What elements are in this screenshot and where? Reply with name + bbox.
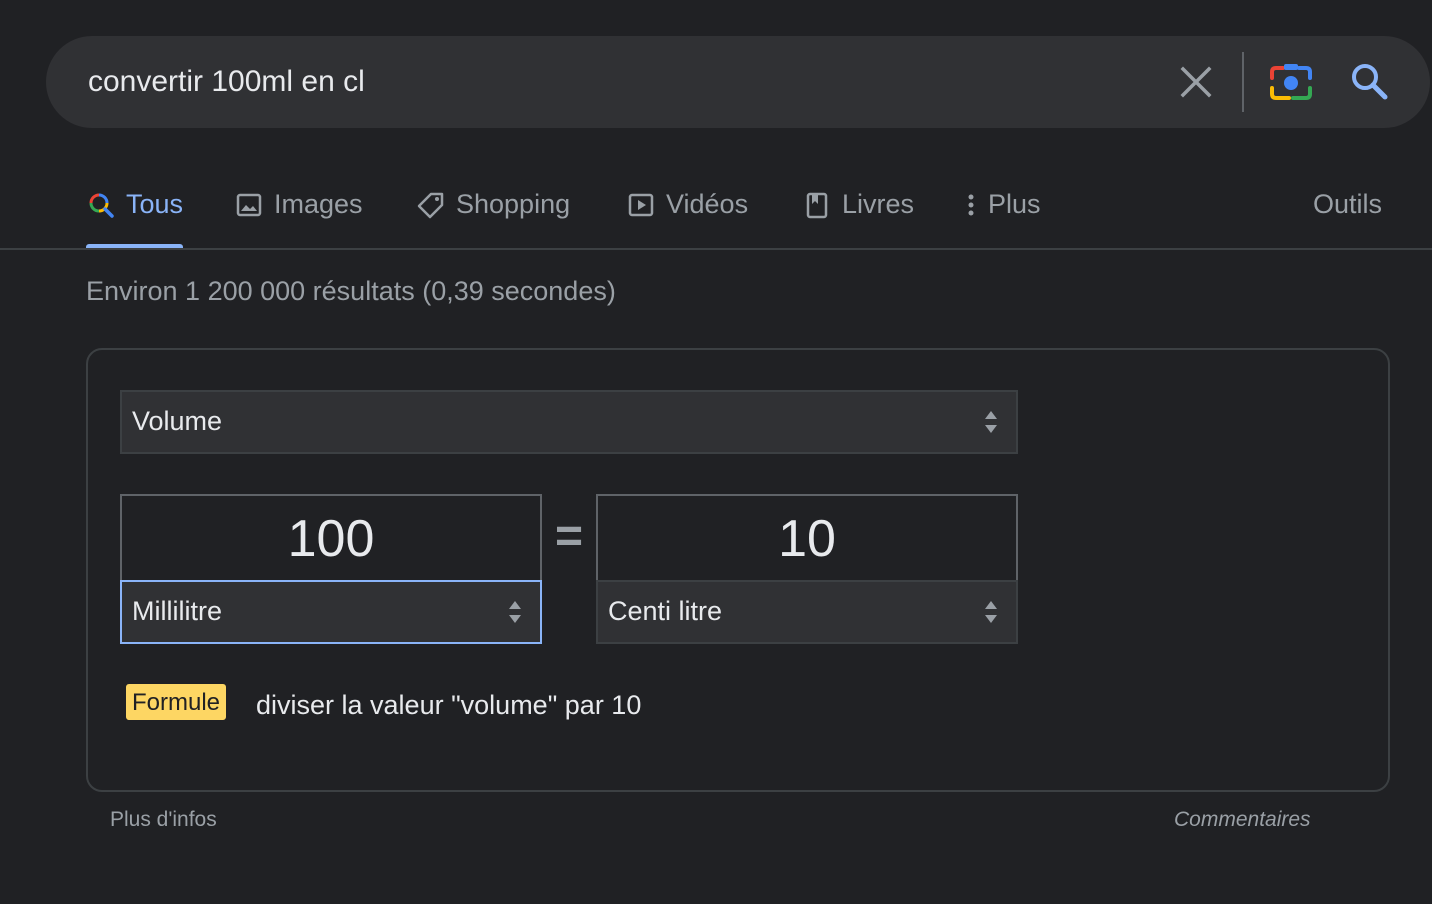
unit-type-select[interactable]: Volume	[120, 390, 1018, 454]
feedback-link[interactable]: Commentaires	[1174, 808, 1311, 832]
tabs-divider	[0, 248, 1432, 250]
book-icon	[806, 192, 828, 219]
formula-text: diviser la valeur "volume" par 10	[256, 690, 642, 720]
search-icon	[1352, 64, 1388, 100]
camera-lens-icon	[1270, 64, 1312, 100]
to-unit-value: Centi litre	[608, 596, 723, 626]
tab-label: Plus	[988, 189, 1041, 219]
formula-badge: Formule	[126, 684, 227, 720]
from-unit-select[interactable]: Millilitre	[120, 580, 542, 644]
search-bar-divider	[1242, 52, 1244, 112]
more-info-link[interactable]: Plus d'infos	[110, 808, 217, 832]
tab-images[interactable]: Images	[234, 176, 363, 250]
tag-icon	[417, 192, 444, 219]
tab-label: Images	[274, 189, 363, 219]
tab-videos[interactable]: Vidéos	[626, 176, 748, 250]
clear-search-button[interactable]	[1174, 60, 1218, 104]
updown-arrow-icon	[985, 411, 997, 433]
unit-type-value: Volume	[132, 406, 223, 436]
tools-button[interactable]: Outils	[1313, 176, 1382, 250]
search-submit-button[interactable]	[1348, 60, 1392, 104]
tab-shopping[interactable]: Shopping	[416, 176, 570, 250]
lens-search-button[interactable]	[1268, 60, 1314, 106]
to-unit-select[interactable]: Centi litre	[596, 580, 1018, 644]
search-bar	[46, 36, 1430, 128]
from-unit-value: Millilitre	[132, 596, 222, 626]
search-tabs: Tous Images Shopping Vidéos Livres Plus …	[0, 176, 1432, 250]
close-icon	[1180, 66, 1212, 98]
tools-label: Outils	[1313, 189, 1383, 219]
tab-more[interactable]: Plus	[962, 176, 1041, 250]
search-input[interactable]	[88, 58, 1148, 106]
play-icon	[628, 193, 654, 217]
tab-label: Tous	[126, 189, 184, 219]
search-multicolor-icon	[89, 193, 114, 218]
equals-sign: =	[554, 510, 584, 563]
updown-arrow-icon	[985, 601, 997, 623]
image-icon	[236, 193, 262, 217]
tab-label: Vidéos	[666, 189, 749, 219]
tab-books[interactable]: Livres	[802, 176, 914, 250]
tab-label: Shopping	[456, 189, 571, 219]
more-vert-icon	[968, 194, 974, 216]
tab-label: Livres	[842, 189, 915, 219]
tab-all[interactable]: Tous	[86, 176, 184, 250]
from-value-input[interactable]	[120, 494, 542, 582]
to-value-input[interactable]	[596, 494, 1018, 582]
updown-arrow-icon	[509, 601, 521, 623]
result-stats: Environ 1 200 000 résultats (0,39 second…	[86, 276, 616, 306]
